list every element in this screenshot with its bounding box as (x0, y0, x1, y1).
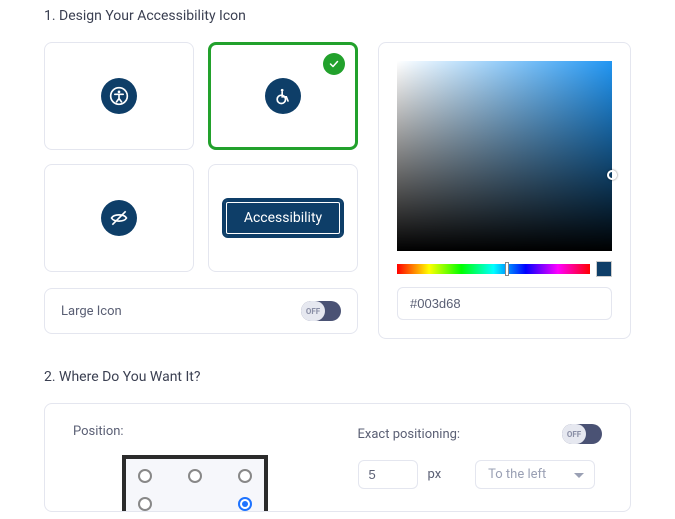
person-icon (101, 78, 137, 114)
large-icon-toggle[interactable]: OFF (301, 301, 341, 321)
hue-handle (505, 262, 509, 276)
icon-option-person[interactable] (44, 42, 194, 150)
direction-x-dropdown[interactable]: To the left (475, 460, 595, 489)
color-swatch (596, 261, 612, 277)
exact-toggle[interactable]: OFF (562, 424, 602, 444)
large-icon-row: Large Icon OFF (44, 288, 358, 334)
icon-option-button[interactable]: Accessibility (208, 164, 358, 272)
unit-x: px (428, 467, 442, 482)
check-icon (323, 53, 345, 75)
eye-slash-icon (101, 200, 137, 236)
position-grid (122, 455, 268, 511)
wheelchair-icon (265, 78, 301, 114)
section1-title: 1. Design Your Accessibility Icon (44, 8, 631, 24)
pos-mid-right[interactable] (238, 497, 252, 511)
pos-top-right[interactable] (238, 469, 252, 483)
position-label: Position: (73, 424, 318, 439)
toggle-knob: OFF (301, 301, 325, 321)
offset-x-input[interactable] (358, 460, 418, 489)
exact-label: Exact positioning: (358, 427, 461, 442)
hex-input[interactable] (397, 287, 612, 320)
pos-top-left[interactable] (138, 469, 152, 483)
position-panel: Position: (44, 403, 631, 512)
accessibility-button-preview: Accessibility (222, 198, 344, 238)
icon-option-eye[interactable] (44, 164, 194, 272)
direction-x-value: To the left (488, 467, 546, 482)
icon-options-grid: Accessibility (44, 42, 358, 272)
color-cursor (607, 170, 617, 180)
large-icon-label: Large Icon (61, 304, 122, 319)
color-saturation-area[interactable] (397, 61, 612, 251)
section2-title: 2. Where Do You Want It? (44, 369, 631, 385)
pos-mid-left[interactable] (138, 497, 152, 511)
exact-toggle-knob: OFF (562, 424, 586, 444)
color-picker-panel (378, 42, 631, 339)
hue-slider[interactable] (397, 264, 590, 274)
icon-option-wheelchair[interactable] (208, 42, 358, 150)
pos-top-center[interactable] (188, 469, 202, 483)
